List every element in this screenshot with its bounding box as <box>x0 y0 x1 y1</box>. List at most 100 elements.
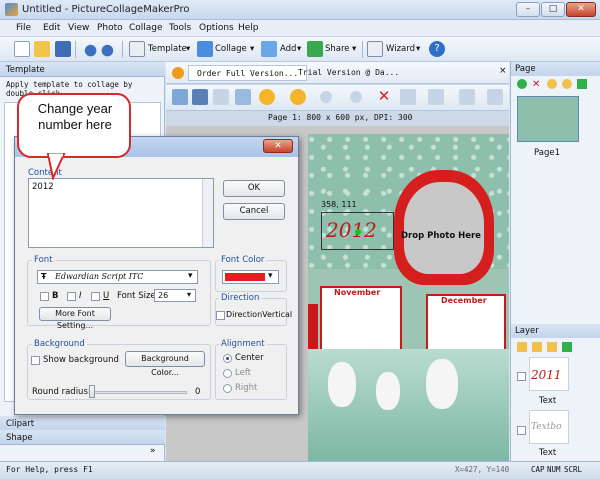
add-dropdown-icon[interactable]: ▾ <box>297 44 301 54</box>
wizard-dropdown-icon[interactable]: ▾ <box>416 44 420 54</box>
status-scrl: SCRL <box>564 465 583 474</box>
photo-icon[interactable] <box>192 89 208 105</box>
content-text: 2012 <box>32 182 54 192</box>
send-backward-icon[interactable] <box>290 89 306 105</box>
tab-strip: Order Full Version... Trial Version @ Da… <box>166 62 509 84</box>
tab-order-full-version[interactable]: Order Full Version... <box>188 65 308 81</box>
clipart-panel-header[interactable]: Clipart <box>0 416 165 431</box>
maximize-button[interactable]: □ <box>541 2 565 17</box>
ok-button[interactable]: OK <box>223 180 285 197</box>
open-folder-icon[interactable] <box>34 41 50 57</box>
menu-help[interactable]: Help <box>238 23 259 33</box>
menu-edit[interactable]: Edit <box>43 23 60 33</box>
close-button[interactable]: ✕ <box>566 2 596 17</box>
content-scrollbar[interactable] <box>202 179 213 247</box>
callout-text: Change year number here <box>37 101 113 132</box>
layer-1-checkbox[interactable] <box>517 372 526 381</box>
share-icon[interactable] <box>307 41 323 57</box>
share-dropdown-icon[interactable]: ▾ <box>352 44 356 54</box>
minimize-button[interactable]: – <box>516 2 540 17</box>
bring-forward-icon[interactable] <box>259 89 275 105</box>
bold-label: B <box>52 291 59 301</box>
collage-dropdown-icon[interactable]: ▾ <box>250 44 254 54</box>
shape-tool-icon[interactable] <box>235 89 251 105</box>
menu-view[interactable]: View <box>68 23 89 33</box>
page-thumbnail[interactable] <box>517 96 579 142</box>
menu-file[interactable]: File <box>16 23 31 33</box>
app-icon <box>5 3 18 16</box>
photo-placeholder[interactable] <box>404 182 484 274</box>
remove-icon[interactable] <box>487 89 503 105</box>
more-panels-button[interactable]: » <box>150 446 156 456</box>
direction-vertical-checkbox[interactable] <box>216 311 225 320</box>
more-font-setting-button[interactable]: More Font Setting... <box>39 307 111 330</box>
font-color-picker[interactable]: ▾ <box>222 270 279 284</box>
layer-2-checkbox[interactable] <box>517 426 526 435</box>
align-left-radio[interactable] <box>223 369 232 378</box>
help-icon[interactable]: ? <box>429 41 445 57</box>
font-size-value: 26 <box>158 291 169 300</box>
canvas-year-text[interactable]: 2012 <box>326 218 377 242</box>
shape-panel-header[interactable]: Shape <box>0 430 165 445</box>
tab-close-icon[interactable]: × <box>499 66 507 76</box>
underline-checkbox[interactable] <box>91 292 100 301</box>
distribute-icon[interactable] <box>428 89 444 105</box>
collage-icon[interactable] <box>197 41 213 57</box>
rotate-left-icon[interactable] <box>348 89 364 105</box>
new-icon[interactable] <box>14 41 30 57</box>
crop-icon[interactable] <box>172 89 188 105</box>
template-icon[interactable] <box>129 41 145 57</box>
align-right-radio[interactable] <box>223 384 232 393</box>
size-icon[interactable] <box>459 89 475 105</box>
move-page-down-icon[interactable] <box>562 79 572 89</box>
move-page-up-icon[interactable] <box>547 79 557 89</box>
save-icon[interactable] <box>55 41 71 57</box>
rotate-right-icon[interactable] <box>318 89 334 105</box>
page-info: Page 1: 800 x 600 px, DPI: 300 <box>268 113 413 122</box>
menu-options[interactable]: Options <box>199 23 234 33</box>
share-button[interactable]: Share <box>325 44 350 54</box>
redo-icon[interactable] <box>101 41 117 57</box>
cancel-button[interactable]: Cancel <box>223 203 285 220</box>
font-select[interactable]: Ŧ Edwardian Script ITC ▾ <box>37 270 198 284</box>
refresh-page-icon[interactable] <box>577 79 587 89</box>
clear-icon[interactable] <box>213 89 229 105</box>
show-background-checkbox[interactable] <box>31 356 40 365</box>
content-textarea[interactable]: 2012 <box>28 178 214 248</box>
menu-photo[interactable]: Photo <box>97 23 123 33</box>
background-color-button[interactable]: Background Color... <box>125 351 205 377</box>
template-panel-header: Template <box>0 62 165 77</box>
template-button[interactable]: Template <box>148 44 187 54</box>
tab-trial-version[interactable]: Trial Version @ Da... <box>298 68 399 77</box>
collage-button[interactable]: Collage <box>215 44 247 54</box>
round-radius-slider-track[interactable] <box>89 391 187 394</box>
dialog-close-button[interactable]: ✕ <box>263 139 293 153</box>
remove-page-icon[interactable]: ✕ <box>532 79 540 90</box>
align-center-radio[interactable] <box>223 354 232 363</box>
bold-checkbox[interactable] <box>40 292 49 301</box>
wizard-button[interactable]: Wizard <box>386 44 415 54</box>
add-button[interactable]: Add <box>280 44 296 54</box>
rotate-handle[interactable] <box>355 229 361 235</box>
font-size-input[interactable]: 26 ▾ <box>154 289 196 302</box>
font-size-dropdown-icon[interactable]: ▾ <box>187 290 191 299</box>
window-title: Untitled - PictureCollageMakerPro <box>22 4 190 15</box>
font-color-label: Font Color <box>219 255 267 265</box>
add-icon[interactable] <box>261 41 277 57</box>
font-group-label: Font <box>32 255 55 265</box>
align-icon[interactable] <box>400 89 416 105</box>
font-dropdown-icon[interactable]: ▾ <box>188 271 193 281</box>
round-radius-slider-thumb[interactable] <box>89 385 95 398</box>
delete-icon[interactable]: ✕ <box>376 89 392 105</box>
drop-photo-label: Drop Photo Here <box>401 231 481 241</box>
italic-checkbox[interactable] <box>67 292 76 301</box>
collage-page[interactable]: 2012 358, 111 Drop Photo Here November D… <box>308 134 509 461</box>
font-color-dropdown-icon[interactable]: ▾ <box>268 271 273 281</box>
undo-icon[interactable] <box>81 41 97 57</box>
layer-1-preview: 2011 <box>531 368 562 382</box>
wizard-icon[interactable] <box>367 41 383 57</box>
menu-tools[interactable]: Tools <box>169 23 191 33</box>
template-dropdown-icon[interactable]: ▾ <box>186 44 190 54</box>
add-page-icon[interactable] <box>517 79 527 89</box>
menu-collage[interactable]: Collage <box>129 23 163 33</box>
